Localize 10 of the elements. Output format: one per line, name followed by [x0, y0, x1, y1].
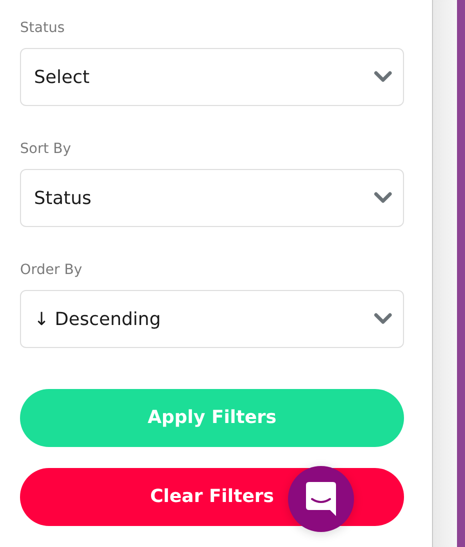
field-label: Order By	[20, 261, 82, 280]
field-label: Status	[20, 19, 65, 38]
chevron-down-icon	[374, 71, 392, 84]
select-dropdown[interactable]: ↓ Descending	[20, 290, 404, 348]
field-label: Sort By	[20, 140, 72, 160]
chevron-down-icon	[374, 192, 392, 204]
chat-icon	[306, 482, 336, 516]
select-dropdown[interactable]: Select	[20, 48, 404, 106]
select-dropdown[interactable]: Status	[20, 169, 404, 228]
chevron-down-icon	[374, 313, 392, 326]
